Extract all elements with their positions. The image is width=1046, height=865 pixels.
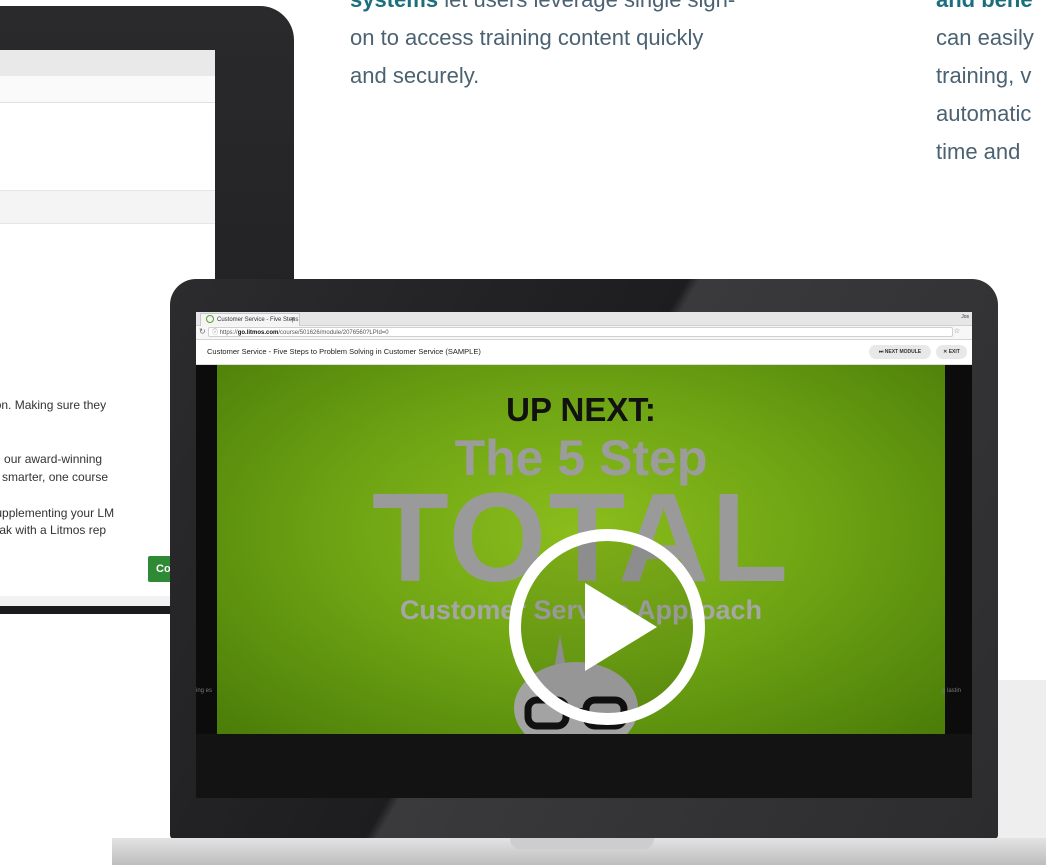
marketing-text: time and [936, 139, 1021, 164]
background-section-band [0, 190, 215, 224]
video-player[interactable]: UP NEXT: The 5 Step TOTAL Customer Servi… [217, 365, 945, 734]
video-controls-bar[interactable] [196, 734, 972, 798]
tab-close-icon[interactable]: × [291, 314, 295, 326]
litmos-favicon-icon [206, 315, 214, 324]
browser-user-name[interactable]: Jos [961, 314, 969, 320]
url-path: /course/501626/module/2076560?LPId=0 [278, 330, 389, 336]
url-scheme: https:// [219, 330, 238, 336]
marketing-text: and securely. [350, 63, 480, 88]
reload-icon[interactable]: ↻ [199, 327, 206, 336]
url-field[interactable]: ⓘ https://go.litmos.com/course/501626/mo… [208, 327, 953, 337]
marketing-bold-term: and bene [936, 0, 1033, 12]
left-caption: ing es [196, 688, 213, 694]
star-icon[interactable]: ☆ [954, 327, 960, 335]
marketing-column-benefits: and bene can easily training, v automati… [936, 0, 1046, 171]
background-text-line: to work smarter, one course [0, 470, 109, 484]
browser-tab-title: Customer Service - Five Steps [217, 317, 299, 323]
background-browser-bar [0, 50, 215, 76]
video-up-next-heading: UP NEXT: [506, 391, 656, 428]
url-host: go.litmos.com [237, 330, 279, 336]
info-icon: ⓘ [212, 330, 220, 336]
play-icon[interactable] [507, 527, 707, 727]
marketing-text: can easily [936, 25, 1034, 50]
next-module-button[interactable]: ⏭ NEXT MODULE [869, 345, 931, 359]
laptop-screen: Customer Service - Five Steps × Jos ↻ ⓘ … [196, 312, 972, 798]
course-title: Customer Service - Five Steps to Problem… [207, 347, 481, 356]
browser-tab-bar: Customer Service - Five Steps × Jos [196, 312, 972, 326]
background-toolbar [0, 76, 215, 103]
exit-button[interactable]: ✕ EXIT [936, 345, 967, 359]
background-text-line: ed in supplementing your LM [0, 506, 115, 520]
background-text-line: t to speak with a Litmos rep [0, 523, 107, 537]
background-text-line: ge from our award-winning [0, 452, 103, 466]
browser-tab[interactable]: Customer Service - Five Steps × [200, 313, 300, 326]
background-text-line: anization. Making sure they [0, 398, 107, 412]
marketing-text: on to access training content quickly [350, 25, 704, 50]
marketing-column-sso: systems let users leverage single sign- … [350, 0, 735, 95]
laptop-base-notch [510, 838, 654, 849]
right-caption: g lastin [942, 688, 962, 694]
browser-address-bar: ↻ ⓘ https://go.litmos.com/course/501626/… [196, 326, 972, 340]
marketing-bold-term: systems [350, 0, 438, 12]
course-header: Customer Service - Five Steps to Problem… [196, 340, 972, 365]
marketing-text: automatic [936, 101, 1032, 126]
marketing-text: let users leverage single sign- [438, 0, 735, 12]
marketing-text: training, v [936, 63, 1032, 88]
